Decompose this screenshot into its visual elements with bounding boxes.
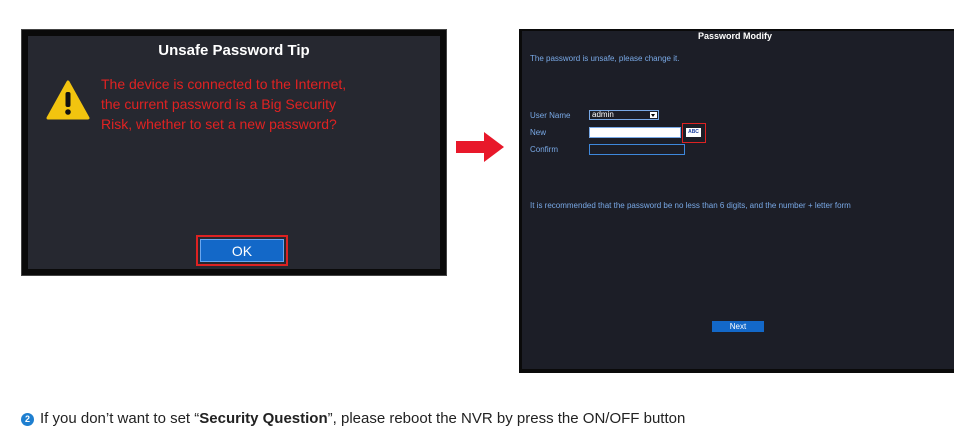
unsafe-password-tip-dialog: Unsafe Password Tip The device is connec… xyxy=(21,29,447,276)
user-name-select[interactable]: admin xyxy=(589,110,659,120)
warning-message: The device is connected to the Internet,… xyxy=(101,74,401,134)
confirm-password-input[interactable] xyxy=(589,144,685,155)
new-password-label: New xyxy=(530,128,547,137)
confirm-password-label: Confirm xyxy=(530,145,559,154)
instruction-text: 2 If you don’t want to set “Security Ques… xyxy=(21,410,685,427)
instruction-prefix: If you don’t want to set “ xyxy=(40,410,200,427)
instruction-bold: Security Question xyxy=(199,410,328,427)
message-line: The device is connected to the Internet, xyxy=(101,76,347,92)
dialog-title: Unsafe Password Tip xyxy=(158,42,310,59)
unsafe-notice: The password is unsafe, please change it… xyxy=(530,54,680,63)
message-line: the current password is a Big Security xyxy=(101,96,336,112)
step-number-badge: 2 xyxy=(21,413,34,426)
user-name-value: admin xyxy=(592,110,614,119)
right-arrow-icon xyxy=(456,132,504,162)
keyboard-abc-button[interactable]: ABC xyxy=(686,128,701,137)
new-password-input[interactable] xyxy=(589,127,681,138)
password-modify-dialog: Password Modify The password is unsafe, … xyxy=(519,29,954,373)
ok-button[interactable]: OK xyxy=(200,239,284,262)
dialog-body: Password Modify The password is unsafe, … xyxy=(522,31,954,369)
recommendation-text: It is recommended that the password be n… xyxy=(530,201,851,210)
next-button[interactable]: Next xyxy=(712,321,764,332)
chevron-down-icon[interactable] xyxy=(650,112,657,118)
instruction-suffix: ”, please reboot the NVR by press the ON… xyxy=(327,410,686,427)
message-line: Risk, whether to set a new password? xyxy=(101,116,337,132)
user-name-label: User Name xyxy=(530,111,571,120)
abc-highlight: ABC xyxy=(682,123,706,143)
dialog-title: Password Modify xyxy=(697,31,772,41)
warning-triangle-icon xyxy=(46,80,90,120)
dialog-body: Unsafe Password Tip The device is connec… xyxy=(28,36,440,269)
ok-highlight: OK xyxy=(196,235,288,266)
